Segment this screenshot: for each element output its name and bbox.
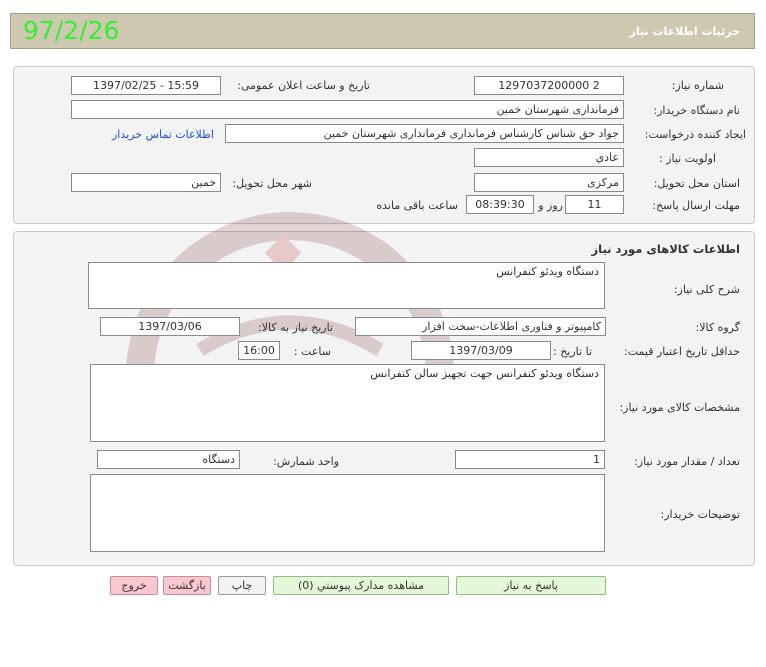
announce-field[interactable]: 1397/02/25 - 15:59 bbox=[71, 76, 221, 95]
buyer-label: نام دستگاه خریدار: bbox=[653, 104, 740, 117]
announce-label: تاریخ و ساعت اعلان عمومی: bbox=[237, 79, 370, 92]
province-label: استان محل تحویل: bbox=[653, 177, 740, 190]
days-label: روز و bbox=[538, 199, 563, 212]
province-field[interactable]: مرکزی bbox=[474, 173, 624, 192]
unit-label: واحد شمارش: bbox=[273, 455, 339, 468]
time-field[interactable]: 16:00 bbox=[238, 341, 280, 360]
need-number-field[interactable]: 1297037200000 2 bbox=[474, 76, 624, 95]
exit-button[interactable]: خروج bbox=[110, 576, 158, 595]
to-date-field[interactable]: 1397/03/09 bbox=[411, 341, 551, 360]
time-remaining-field[interactable]: 08:39:30 bbox=[466, 195, 534, 214]
buyer-notes-label: توضیحات خریدار: bbox=[660, 508, 741, 521]
specs-textarea[interactable]: دستگاه ویدئو کنفرانس جهت تجهیز سالن کنفر… bbox=[90, 364, 605, 442]
time-label: ساعت : bbox=[293, 345, 331, 358]
goods-section-title: اطلاعات کالاهای مورد نیاز bbox=[591, 242, 740, 256]
view-attachments-button[interactable]: مشاهده مدارک پیوستي (0) bbox=[273, 576, 449, 595]
specs-label: مشخصات کالای مورد نیاز: bbox=[619, 401, 740, 414]
creator-label: ایجاد کننده درخواست: bbox=[644, 128, 746, 141]
buyer-notes-textarea[interactable] bbox=[90, 474, 605, 552]
to-date-label: تا تاریخ : bbox=[553, 345, 592, 358]
unit-field[interactable]: دستگاه bbox=[97, 450, 240, 469]
date-stamp: 97/2/26 bbox=[23, 16, 120, 45]
priority-field[interactable]: عادي bbox=[474, 148, 624, 167]
reply-to-need-button[interactable]: پاسخ به نیاز bbox=[456, 576, 606, 595]
group-label: گروه کالا: bbox=[695, 321, 740, 334]
summary-label: شرح کلی نیاز: bbox=[673, 283, 740, 296]
city-field[interactable]: خمین bbox=[71, 173, 221, 192]
quantity-field[interactable]: 1 bbox=[455, 450, 605, 469]
contact-info-link[interactable]: اطلاعات تماس خریدار bbox=[112, 128, 214, 141]
creator-field[interactable]: جواد حق شناس کارشناس فرمانداری فرمانداری… bbox=[225, 124, 624, 143]
quantity-label: تعداد / مقدار مورد نیاز: bbox=[634, 455, 740, 468]
buyer-field[interactable]: فرمانداری شهرستان خمین bbox=[71, 100, 624, 119]
page-title: جزئیات اطلاعات نیاز bbox=[629, 25, 741, 38]
city-label: شهر محل تحویل: bbox=[232, 177, 312, 190]
header-bar: 97/2/26 جزئیات اطلاعات نیاز bbox=[10, 13, 755, 49]
summary-textarea[interactable]: دستگاه ویدئو کنفرانس bbox=[88, 262, 605, 309]
print-button[interactable]: چاپ bbox=[218, 576, 266, 595]
remaining-label: ساعت باقی مانده bbox=[376, 199, 458, 212]
validity-label: حداقل تاریخ اعتبار قیمت: bbox=[624, 345, 740, 358]
need-date-field[interactable]: 1397/03/06 bbox=[100, 317, 240, 336]
deadline-label: مهلت ارسال پاسخ: bbox=[652, 199, 740, 212]
need-number-label: شماره نیاز: bbox=[671, 79, 724, 92]
need-date-label: تاریخ نیاز به کالا: bbox=[258, 321, 333, 334]
back-button[interactable]: بازگشت bbox=[163, 576, 211, 595]
group-field[interactable]: کامپیوتر و فناوری اطلاعات-سخت افزار bbox=[355, 317, 606, 336]
days-field[interactable]: 11 bbox=[565, 195, 624, 214]
priority-label: اولویت نیاز : bbox=[658, 152, 716, 165]
